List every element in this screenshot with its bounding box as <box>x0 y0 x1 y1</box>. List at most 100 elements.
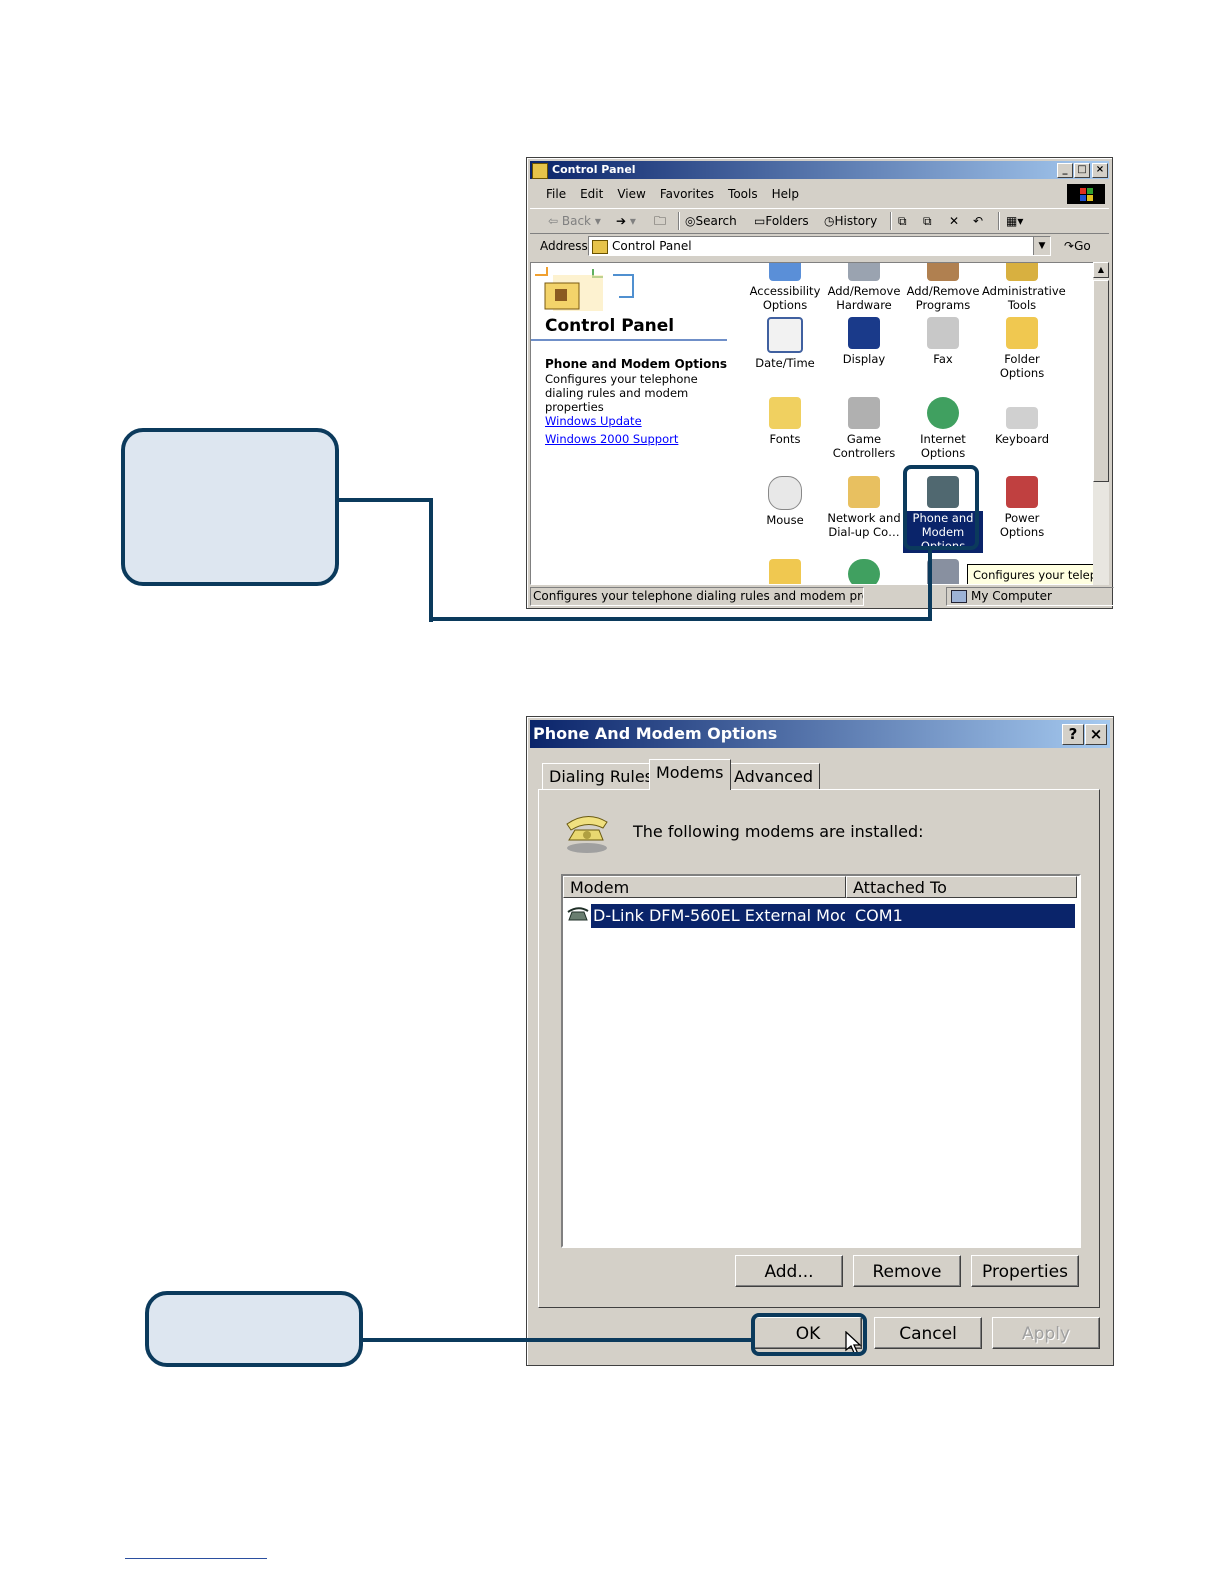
item-mouse[interactable]: Mouse <box>745 476 825 527</box>
attached-to-cell: COM1 <box>845 904 1075 928</box>
admin-tools-icon <box>1006 263 1038 281</box>
folders-button[interactable]: ▭Folders <box>754 209 809 233</box>
fonts-icon <box>769 397 801 429</box>
control-panel-icon <box>532 163 548 179</box>
printer-folder-icon[interactable] <box>769 559 801 584</box>
remove-button[interactable]: Remove <box>853 1255 961 1287</box>
column-header-attached-to[interactable]: Attached To <box>846 876 1077 898</box>
selected-item-description: Configures your telephone dialing rules … <box>545 372 698 414</box>
tab-modems[interactable]: Modems <box>649 759 731 790</box>
callout-box <box>145 1291 363 1367</box>
callout-box <box>121 428 339 586</box>
item-power-options[interactable]: Power Options <box>982 476 1062 539</box>
item-folder-options[interactable]: Folder Options <box>982 317 1062 380</box>
move-to-icon[interactable]: ⧉ <box>898 209 907 233</box>
item-add-remove-hardware[interactable]: Add/Remove Hardware <box>824 263 904 312</box>
callout-line <box>429 617 932 621</box>
item-display[interactable]: Display <box>824 317 904 366</box>
scroll-up-icon[interactable]: ▲ <box>1093 262 1109 278</box>
undo-icon[interactable]: ↶ <box>973 209 983 233</box>
menu-tools[interactable]: Tools <box>728 187 758 201</box>
item-keyboard[interactable]: Keyboard <box>982 397 1062 446</box>
back-button[interactable]: ⇦ Back ▾ <box>548 209 601 233</box>
go-button[interactable]: ↷Go <box>1064 235 1091 257</box>
folders-label: Folders <box>765 214 809 228</box>
modem-name-cell: D-Link DFM-560EL External Modem <box>591 904 875 928</box>
item-network-dialup[interactable]: Network and Dial-up Co… <box>824 476 904 539</box>
menu-bar: File Edit View Favorites Tools Help <box>530 183 1109 205</box>
keyboard-icon <box>1006 407 1038 429</box>
globe-icon[interactable] <box>848 559 880 584</box>
dialog-titlebar[interactable]: Phone And Modem Options ? × <box>530 720 1110 748</box>
menu-help[interactable]: Help <box>772 187 799 201</box>
status-zone-label: My Computer <box>971 589 1052 603</box>
history-button[interactable]: ◷History <box>824 209 877 233</box>
menu-favorites[interactable]: Favorites <box>660 187 714 201</box>
item-label: Tools <box>1007 298 1037 312</box>
hardware-icon <box>848 263 880 281</box>
maximize-button[interactable]: □ <box>1074 163 1090 178</box>
item-add-remove-programs[interactable]: Add/Remove Programs <box>903 263 983 312</box>
search-button[interactable]: ◎Search <box>685 209 737 233</box>
item-accessibility-options[interactable]: Accessibility Options <box>745 263 825 312</box>
item-label: Options <box>762 298 808 312</box>
forward-button[interactable]: ➔ ▾ <box>616 209 636 233</box>
item-internet-options[interactable]: Internet Options <box>903 397 983 460</box>
properties-button[interactable]: Properties <box>971 1255 1079 1287</box>
menu-file[interactable]: File <box>546 187 566 201</box>
modems-tab-panel: The following modems are installed: Mode… <box>538 789 1100 1308</box>
item-administrative-tools[interactable]: Administrative Tools <box>982 263 1066 312</box>
views-icon[interactable]: ▦▾ <box>1006 209 1023 233</box>
add-button[interactable]: Add... <box>735 1255 843 1287</box>
tab-dialing-rules[interactable]: Dialing Rules <box>542 763 661 790</box>
address-field[interactable]: Control Panel ▼ <box>588 236 1051 256</box>
item-label: Network and <box>827 511 901 525</box>
close-button[interactable]: × <box>1085 724 1107 745</box>
item-label: Options <box>920 446 966 460</box>
menu-view[interactable]: View <box>617 187 645 201</box>
close-button[interactable]: × <box>1092 163 1108 178</box>
item-label: Fax <box>933 352 953 366</box>
control-panel-logo-icon <box>535 267 634 311</box>
delete-icon[interactable]: ✕ <box>949 209 959 233</box>
link-windows-2000-support[interactable]: Windows 2000 Support <box>545 432 678 446</box>
my-computer-icon <box>951 590 967 603</box>
item-label: Fonts <box>769 432 801 446</box>
item-label: Folder Options <box>999 352 1045 380</box>
control-panel-titlebar[interactable]: Control Panel _ □ × <box>530 161 1109 179</box>
modem-list[interactable]: Modem Attached To D-Link DFM-560EL Exter… <box>561 874 1081 1248</box>
divider <box>531 339 727 341</box>
item-label: Add/Remove <box>827 284 901 298</box>
cancel-button[interactable]: Cancel <box>874 1317 982 1349</box>
address-value: Control Panel <box>612 239 692 253</box>
item-label: Accessibility <box>749 284 821 298</box>
help-button[interactable]: ? <box>1062 724 1084 745</box>
table-row[interactable]: D-Link DFM-560EL External Modem COM1 <box>565 904 1075 928</box>
link-windows-update[interactable]: Windows Update <box>545 414 642 428</box>
item-fax[interactable]: Fax <box>903 317 983 366</box>
item-label: Dial-up Co… <box>828 525 900 539</box>
globe-icon <box>927 397 959 429</box>
back-label: Back <box>561 214 592 228</box>
up-folder-icon[interactable]: 🗀 <box>654 209 666 233</box>
minimize-button[interactable]: _ <box>1057 163 1073 178</box>
monitor-icon <box>848 317 880 349</box>
menu-edit[interactable]: Edit <box>580 187 603 201</box>
item-game-controllers[interactable]: Game Controllers <box>824 397 904 460</box>
copy-to-icon[interactable]: ⧉ <box>923 209 932 233</box>
webview-pane: Control Panel Phone and Modem Options Co… <box>531 263 731 584</box>
item-date-time[interactable]: Date/Time <box>745 317 825 370</box>
vertical-scrollbar[interactable]: ▲ <box>1093 262 1109 585</box>
fax-icon <box>927 317 959 349</box>
item-fonts[interactable]: Fonts <box>745 397 825 446</box>
status-text: Configures your telephone dialing rules … <box>530 587 864 606</box>
telephone-icon <box>566 816 608 853</box>
apply-button[interactable]: Apply <box>992 1317 1100 1349</box>
callout-line <box>429 498 433 622</box>
column-header-modem[interactable]: Modem <box>563 876 846 898</box>
address-label: Address <box>540 239 588 253</box>
chevron-down-icon[interactable]: ▼ <box>1033 237 1050 255</box>
scroll-thumb[interactable] <box>1093 280 1109 482</box>
calendar-clock-icon <box>767 317 803 353</box>
tab-advanced[interactable]: Advanced <box>727 763 821 790</box>
